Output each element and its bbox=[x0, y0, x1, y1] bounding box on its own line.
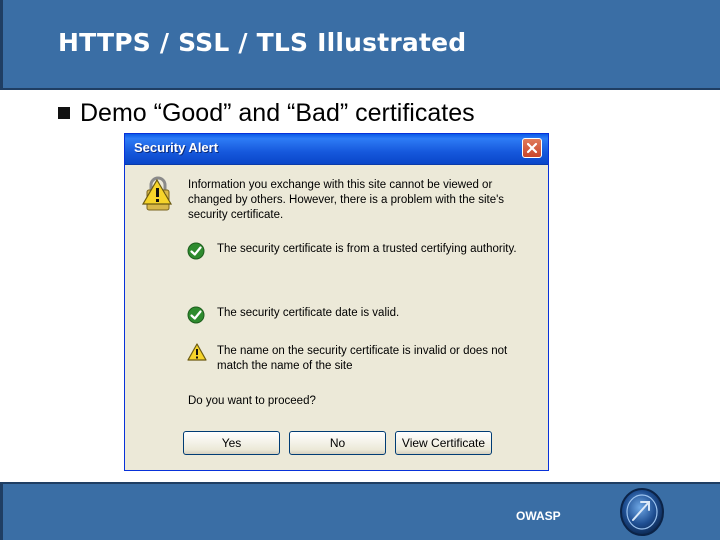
check-icon bbox=[187, 242, 205, 260]
footer-top-rule bbox=[0, 482, 720, 484]
view-certificate-button[interactable]: View Certificate bbox=[395, 431, 492, 455]
footer-label: OWASP bbox=[516, 509, 561, 523]
dialog-title: Security Alert bbox=[134, 140, 219, 155]
header-bottom-rule bbox=[0, 88, 720, 90]
name-invalid-text: The name on the security certificate is … bbox=[217, 345, 508, 372]
dialog-titlebar[interactable]: Security Alert bbox=[125, 134, 548, 165]
close-button[interactable] bbox=[522, 138, 542, 158]
slide-header: HTTPS / SSL / TLS Illustrated bbox=[0, 0, 720, 90]
no-button[interactable]: No bbox=[289, 431, 386, 455]
date-valid-text: The security certificate date is valid. bbox=[217, 307, 400, 319]
slide-footer: OWASP bbox=[0, 482, 720, 540]
trusted-authority-text: The security certificate is from a trust… bbox=[217, 243, 517, 255]
footer-left-rule bbox=[0, 482, 3, 540]
check-icon bbox=[187, 306, 205, 324]
warning-icon bbox=[187, 343, 207, 361]
yes-button[interactable]: Yes bbox=[183, 431, 280, 455]
security-alert-dialog: Security Alert Information you exchange … bbox=[124, 133, 549, 471]
owasp-logo-icon bbox=[620, 488, 664, 536]
slide-title: HTTPS / SSL / TLS Illustrated bbox=[58, 28, 467, 57]
dialog-info-text: Information you exchange with this site … bbox=[188, 179, 505, 221]
bullet-marker-icon bbox=[58, 107, 70, 119]
bullet-item: Demo “Good” and “Bad” certificates bbox=[58, 96, 475, 130]
proceed-question: Do you want to proceed? bbox=[188, 395, 316, 407]
bullet-text: Demo “Good” and “Bad” certificates bbox=[80, 98, 475, 127]
close-icon bbox=[526, 142, 538, 154]
header-left-rule bbox=[0, 0, 3, 90]
padlock-warning-icon bbox=[141, 176, 173, 211]
